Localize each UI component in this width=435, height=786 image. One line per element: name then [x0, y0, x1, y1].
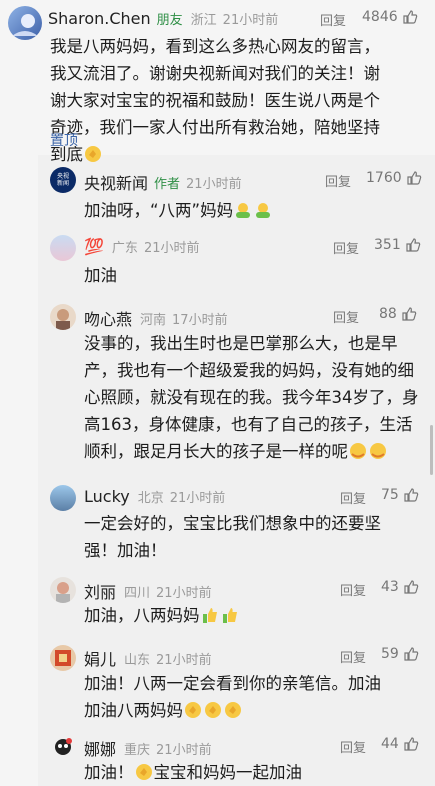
avatar[interactable] — [50, 645, 76, 671]
thumbs-up-emoji — [202, 608, 217, 623]
hug-emoji — [256, 203, 271, 218]
author-name[interactable]: 刘丽 — [84, 579, 116, 603]
avatar[interactable] — [8, 6, 42, 40]
comment-text: 一定会好的，宝宝比我们想象中的还要坚强！加油！ — [84, 514, 381, 560]
like-icon — [406, 238, 420, 252]
like-icon — [404, 647, 419, 661]
timestamp: 21小时前 — [169, 491, 226, 506]
author-name[interactable]: 央视新闻 — [84, 170, 148, 194]
author-name[interactable]: 娜娜 — [84, 736, 116, 760]
timestamp: 21小时前 — [222, 13, 279, 28]
timestamp: 21小时前 — [143, 241, 200, 256]
like-button[interactable]: 351 — [374, 237, 421, 253]
like-icon — [404, 737, 419, 751]
timestamp: 21小时前 — [156, 652, 212, 668]
like-count: 43 — [381, 579, 399, 595]
timestamp: 21小时前 — [186, 176, 242, 192]
hug-emoji — [236, 203, 251, 218]
like-count: 75 — [381, 487, 399, 503]
like-button[interactable]: 44 — [381, 736, 419, 752]
like-icon — [407, 171, 421, 185]
comment-text: 加油！ 宝宝和妈妈一起加油 — [84, 763, 302, 782]
like-icon — [402, 307, 417, 321]
timestamp: 21小时前 — [156, 742, 212, 758]
like-button[interactable]: 88 — [379, 306, 417, 322]
like-count: 44 — [381, 736, 399, 752]
avatar[interactable] — [50, 235, 76, 261]
clap-emoji — [185, 702, 201, 718]
like-icon — [403, 10, 417, 24]
location: 浙江 — [190, 13, 217, 28]
comment-line-1: 加油！八两一定会看到你的亲笔信。加油 — [84, 674, 381, 693]
avatar-text: 央视新闻 — [56, 173, 69, 187]
avatar[interactable] — [50, 304, 76, 330]
friend-tag: 朋友 — [156, 13, 183, 28]
pinned-label: 置顶 — [50, 133, 78, 149]
comment-text: 加油！八两一定会看到你的亲笔信。加油 加油八两妈妈 — [84, 670, 414, 724]
location: 广东 — [111, 241, 138, 256]
like-button[interactable]: 1760 — [366, 170, 422, 186]
avatar[interactable] — [50, 485, 76, 511]
author-name[interactable]: 娟儿 — [84, 646, 116, 670]
reply-button[interactable]: 回复 — [340, 580, 366, 599]
scrollbar[interactable] — [430, 425, 433, 475]
author-name[interactable]: Lucky — [84, 487, 130, 506]
author-tag: 作者 — [154, 176, 181, 192]
like-count: 4846 — [362, 9, 398, 25]
like-count: 351 — [374, 237, 401, 253]
location: 北京 — [137, 491, 164, 506]
author-name[interactable]: 吻心燕 — [84, 306, 132, 330]
location: 重庆 — [124, 742, 151, 758]
comment-text: 加油 — [84, 266, 117, 285]
reply-button[interactable]: 回复 — [333, 238, 359, 257]
like-button[interactable]: 4846 — [362, 9, 418, 25]
timestamp: 21小时前 — [156, 585, 212, 601]
reply-button[interactable]: 回复 — [320, 10, 346, 29]
comment-line-2: 加油八两妈妈 — [84, 701, 183, 720]
comment-text: 我是八两妈妈，看到这么多热心网友的留言，我又流泪了。谢谢央视新闻对我们的关注！谢… — [50, 37, 380, 164]
clap-emoji — [135, 764, 152, 780]
reply-button[interactable]: 回复 — [340, 647, 366, 666]
hug-emoji — [350, 443, 366, 459]
like-count: 1760 — [366, 170, 402, 186]
location: 四川 — [124, 585, 151, 601]
reply-button[interactable]: 回复 — [325, 171, 351, 190]
thumbs-up-emoji — [222, 608, 237, 623]
like-button[interactable]: 59 — [381, 646, 419, 662]
comment-list: Sharon.Chen 朋友 浙江 21小时前 回复 4846 我是八两妈妈，看… — [0, 0, 435, 786]
clap-emoji — [85, 146, 101, 162]
like-count: 59 — [381, 646, 399, 662]
clap-emoji — [225, 702, 241, 718]
like-icon — [404, 488, 419, 502]
comment-text: 加油，八两妈妈 — [84, 602, 414, 629]
location: 河南 — [140, 312, 167, 328]
author-name[interactable]: Sharon.Chen — [48, 9, 151, 28]
clap-emoji — [205, 702, 221, 718]
avatar[interactable] — [50, 577, 76, 603]
avatar[interactable]: 央视新闻 — [50, 167, 76, 193]
author-name[interactable]: 💯 — [84, 237, 104, 256]
comment-text: 加油呀，“八两”妈妈 — [84, 197, 414, 224]
like-count: 88 — [379, 306, 397, 322]
like-icon — [404, 580, 419, 594]
like-button[interactable]: 75 — [381, 487, 419, 503]
location: 山东 — [124, 652, 151, 668]
reply-button[interactable]: 回复 — [340, 737, 366, 756]
timestamp: 17小时前 — [172, 312, 228, 328]
hug-emoji — [370, 443, 386, 459]
avatar[interactable] — [50, 735, 76, 761]
comment-text: 没事的，我出生时也是巴掌那么大，也是早产，我也有一个超级爱我的妈妈，没有她的细心… — [84, 334, 419, 461]
reply-button[interactable]: 回复 — [333, 307, 359, 326]
reply-button[interactable]: 回复 — [340, 488, 366, 507]
like-button[interactable]: 43 — [381, 579, 419, 595]
